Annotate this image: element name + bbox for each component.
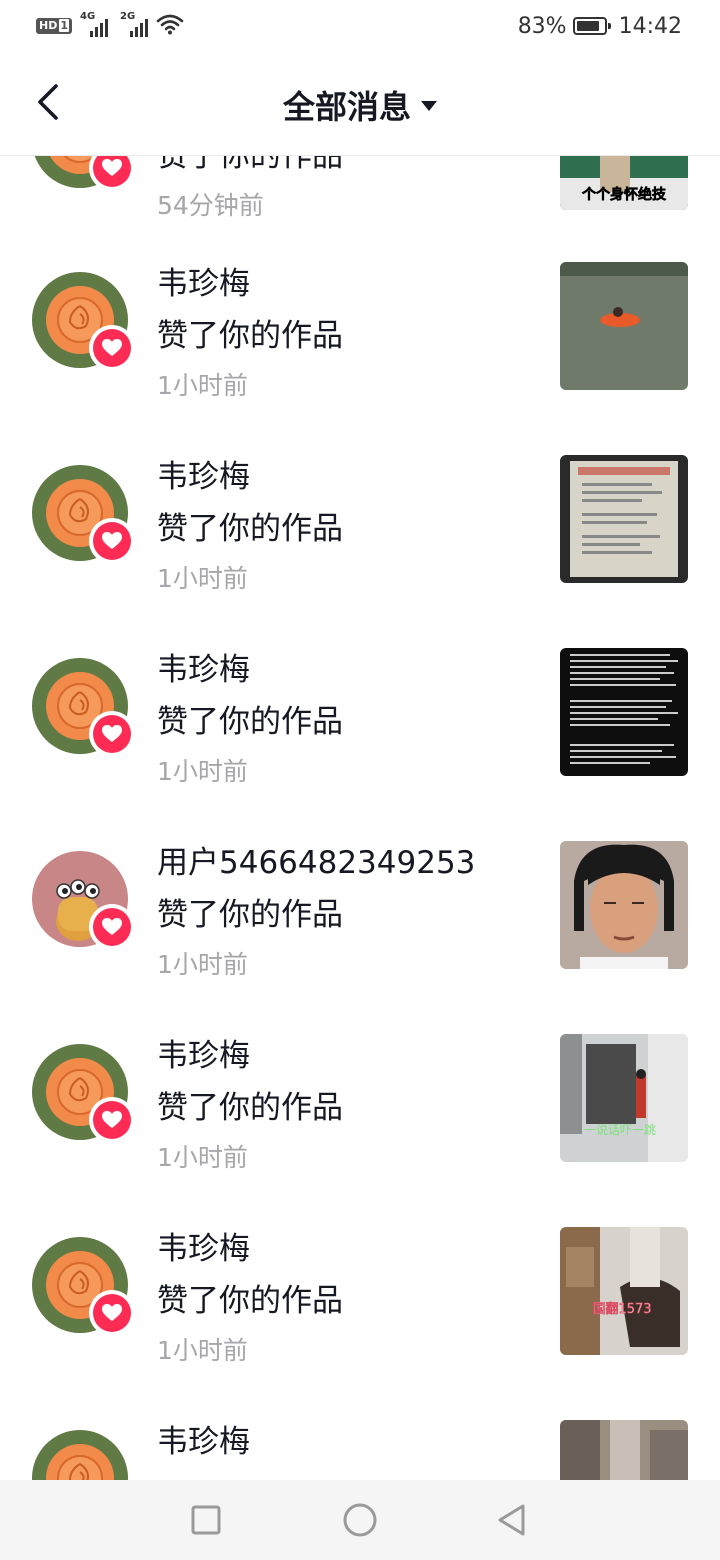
page-title: 全部消息	[282, 88, 411, 126]
action-text: 赞了你的作品	[157, 897, 343, 933]
avatar[interactable]	[32, 851, 135, 950]
notification-item[interactable]: 韦珍梅 赞了你的作品 1小时前 一说话吓一跳	[0, 1034, 720, 1227]
status-bar: HD 1 4G 2G 83% 14:42	[0, 0, 720, 52]
clock: 14:42	[618, 13, 682, 39]
user-name[interactable]: 韦珍梅	[157, 262, 250, 306]
action-text: 赞了你的作品	[157, 318, 343, 354]
thumbnail-caption: 一说话吓一跳	[584, 1122, 656, 1137]
notification-item[interactable]: 韦珍梅 赞了你的作品 1小时前	[0, 262, 720, 455]
caret-down-icon	[421, 101, 437, 111]
heart-icon	[102, 1304, 122, 1321]
timestamp: 1小时前	[157, 564, 248, 593]
timestamp: 1小时前	[157, 757, 248, 786]
video-thumbnail[interactable]	[560, 1420, 688, 1480]
like-badge	[89, 325, 135, 371]
avatar[interactable]	[32, 465, 135, 564]
action-text: 赞了你的作品	[157, 1090, 343, 1126]
heart-icon	[102, 1111, 122, 1128]
user-name[interactable]: 韦珍梅	[157, 1034, 250, 1078]
video-thumbnail[interactable]	[560, 841, 688, 969]
heart-icon	[102, 339, 122, 356]
notification-item[interactable]: 韦珍梅 赞了你的作品 1小时前	[0, 455, 720, 648]
triangle-back-icon	[498, 1504, 525, 1536]
recents-button[interactable]	[186, 1500, 226, 1540]
heart-icon	[102, 918, 122, 935]
video-thumbnail[interactable]: 国翻1573	[560, 1227, 688, 1355]
notification-item[interactable]: 韦珍梅 赞了你的作品 1小时前 国翻1573	[0, 1227, 720, 1420]
user-name[interactable]: 用户5466482349253	[157, 841, 475, 885]
avatar[interactable]	[32, 658, 135, 757]
video-thumbnail[interactable]: 一说话吓一跳	[560, 1034, 688, 1162]
battery-icon	[572, 17, 611, 35]
action-text: 赞了你的作品	[157, 704, 343, 740]
timestamp: 1小时前	[157, 1336, 248, 1365]
like-badge	[89, 1290, 135, 1336]
home-button[interactable]	[340, 1500, 380, 1540]
status-left: HD 1 4G 2G	[36, 11, 184, 40]
notification-list[interactable]: 赞了你的作品 54分钟前 个个身怀绝技 韦珍梅 赞了你的作品 1小时前 韦珍梅 …	[0, 0, 720, 1480]
timestamp: 54分钟前	[157, 191, 264, 220]
message-filter-dropdown[interactable]: 全部消息	[283, 82, 437, 128]
heart-icon	[102, 159, 122, 176]
signal-icon-2: 2G	[120, 11, 148, 37]
user-name[interactable]: 韦珍梅	[157, 455, 250, 499]
timestamp: 1小时前	[157, 1143, 248, 1172]
square-icon	[191, 1505, 221, 1535]
circle-icon	[343, 1503, 377, 1537]
thumbnail-caption: 个个身怀绝技	[581, 186, 667, 203]
timestamp: 1小时前	[157, 950, 248, 979]
video-thumbnail[interactable]	[560, 262, 688, 390]
avatar[interactable]	[32, 272, 135, 371]
notification-item[interactable]: 用户5466482349253 赞了你的作品 1小时前	[0, 841, 720, 1034]
notification-item[interactable]: 韦珍梅	[0, 1420, 720, 1480]
avatar[interactable]	[32, 1237, 135, 1336]
timestamp: 1小时前	[157, 371, 248, 400]
notification-item[interactable]: 韦珍梅 赞了你的作品 1小时前	[0, 648, 720, 841]
orange-rose-avatar	[32, 1430, 128, 1480]
system-nav-bar	[0, 1480, 720, 1560]
video-thumbnail[interactable]	[560, 455, 688, 583]
heart-icon	[102, 532, 122, 549]
user-name[interactable]: 韦珍梅	[157, 1227, 250, 1271]
like-badge	[89, 711, 135, 757]
hd-icon: HD 1	[36, 18, 72, 34]
avatar[interactable]	[32, 1044, 135, 1143]
user-name[interactable]: 韦珍梅	[157, 1420, 250, 1464]
thumbnail-caption: 国翻1573	[592, 1302, 651, 1317]
like-badge	[89, 518, 135, 564]
action-text: 赞了你的作品	[157, 511, 343, 547]
status-right: 83% 14:42	[518, 12, 682, 40]
heart-icon	[102, 725, 122, 742]
header: 全部消息	[0, 52, 720, 156]
avatar[interactable]	[32, 1430, 128, 1480]
like-badge	[89, 1097, 135, 1143]
system-back-button[interactable]	[492, 1500, 532, 1540]
user-name[interactable]: 韦珍梅	[157, 648, 250, 692]
video-thumbnail[interactable]	[560, 648, 688, 776]
signal-icon: 4G	[80, 11, 108, 37]
battery-percent: 83%	[517, 13, 567, 39]
wifi-icon	[156, 13, 184, 39]
action-text: 赞了你的作品	[157, 1283, 343, 1319]
like-badge	[89, 904, 135, 950]
